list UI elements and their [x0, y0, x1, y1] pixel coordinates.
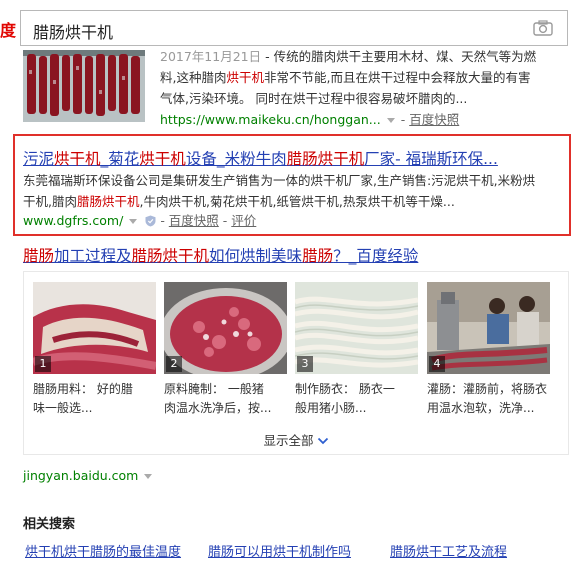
step-card[interactable]: 3 制作肠衣： 肠衣一 般用猪小肠... — [295, 282, 418, 418]
result-abstract-text: ,牛肉烘干机,菊花烘干机,纸管烘干机,热泵烘干机等干燥... — [139, 194, 455, 209]
step-caption: 灌肠：灌肠前，将肠衣 用温水泡软，洗净... — [427, 380, 550, 418]
title-part[interactable]: _菊花 — [101, 150, 140, 168]
dropdown-arrow-icon[interactable] — [129, 218, 138, 224]
result-abstract: 2017年11月21日 - 传统的腊肉烘干主要用木材、煤、天然气等为燃 料,这种… — [160, 46, 570, 109]
result-abstract-text: 非常不节能,而且在烘干过程中会释放大量的有害 — [264, 70, 531, 85]
show-all-button[interactable]: 显示全部 — [24, 430, 568, 449]
result-date: 2017年11月21日 — [160, 49, 262, 64]
result-url-line: www.dgfrs.com/- 百度快照 - 评价 — [23, 213, 257, 228]
title-part[interactable]: 加工过程及 — [54, 247, 132, 265]
baidu-logo[interactable]: 度 — [0, 17, 16, 41]
title-keyword[interactable]: 腊肠 — [302, 247, 333, 265]
caption-line: 腊肠用料： 好的腊 — [33, 382, 133, 396]
related-searches-heading: 相关搜索 — [23, 517, 76, 532]
snapshot-link[interactable]: 百度快照 — [169, 213, 219, 228]
result-abstract-text: 料,这种腊肉 — [160, 70, 227, 85]
step-number: 3 — [297, 356, 313, 372]
result-abstract-text: 干机,腊肉 — [23, 194, 77, 209]
caption-line: 制作肠衣： 肠衣一 — [295, 382, 395, 396]
title-part[interactable]: 厂家- 福瑞斯环保... — [364, 150, 498, 168]
step-caption: 制作肠衣： 肠衣一 般用猪小肠... — [295, 380, 418, 418]
result-url[interactable]: https://www.maikeku.cn/honggan... — [160, 112, 381, 127]
title-keyword[interactable]: 烘干机 — [139, 150, 186, 168]
search-query-text[interactable]: 腊肠烘干机 — [33, 19, 113, 43]
keyword-highlight: 腊肠烘干机 — [76, 194, 140, 209]
step-number: 2 — [166, 356, 182, 372]
step-card[interactable]: 4 灌肠：灌肠前，将肠衣 用温水泡软，洗净... — [427, 282, 550, 418]
search-bar: 度 腊肠烘干机 — [0, 0, 578, 52]
step-number: 4 — [429, 356, 445, 372]
show-all-label[interactable]: 显示全部 — [263, 433, 313, 448]
caption-line: 味一般选... — [33, 401, 93, 415]
title-keyword[interactable]: 腊肠烘干机 — [132, 247, 210, 265]
result-title-link[interactable]: 污泥烘干机_菊花烘干机设备_米粉牛肉腊肠烘干机厂家- 福瑞斯环保... — [23, 147, 498, 169]
step-image[interactable]: 3 — [295, 282, 418, 374]
steps-card: 1 腊肠用料： 好的腊 味一般选... 2 原料腌制： 一般猪 肉温水洗净后，按..… — [23, 271, 569, 455]
result-abstract-text: 气体,污染环境。 同时在烘干过程中很容易破坏腊肉的... — [160, 91, 468, 106]
result-abstract: 东莞福瑞斯环保设备公司是集研发生产销售为一体的烘干机厂家,生产销售:污泥烘干机,… — [23, 170, 563, 212]
result-abstract-text: - 传统的腊肉烘干主要用木材、煤、天然气等为燃 — [261, 49, 537, 64]
title-keyword[interactable]: 腊肠 — [23, 247, 54, 265]
step-image[interactable]: 1 — [33, 282, 156, 374]
title-part[interactable]: 污泥 — [23, 150, 54, 168]
rating-link[interactable]: 评价 — [231, 213, 256, 228]
result-thumbnail[interactable] — [23, 50, 145, 122]
step-number: 1 — [35, 356, 51, 372]
result-url[interactable]: www.dgfrs.com/ — [23, 213, 123, 228]
snapshot-link[interactable]: 百度快照 — [409, 112, 459, 127]
step-image[interactable]: 2 — [164, 282, 287, 374]
title-part[interactable]: 如何烘制美味 — [209, 247, 302, 265]
camera-icon[interactable] — [533, 20, 553, 36]
result-url-line: https://www.maikeku.cn/honggan... - 百度快照 — [160, 112, 460, 127]
related-search-link[interactable]: 烘干机烘干腊肠的最佳温度 — [25, 541, 181, 560]
result-abstract-text: 东莞福瑞斯环保设备公司是集研发生产销售为一体的烘干机厂家,生产销售:污泥烘干机,… — [23, 173, 536, 188]
caption-line: 般用猪小肠... — [295, 401, 367, 415]
keyword-highlight: 烘干机 — [226, 70, 264, 85]
step-caption: 原料腌制： 一般猪 肉温水洗净后，按... — [164, 380, 287, 418]
shield-icon[interactable] — [145, 215, 156, 227]
step-image[interactable]: 4 — [427, 282, 550, 374]
caption-line: 肉温水洗净后，按... — [164, 401, 272, 415]
related-search-link[interactable]: 腊肠可以用烘干机制作吗 — [208, 541, 351, 560]
caption-line: 原料腌制： 一般猪 — [164, 382, 264, 396]
result-url-line: jingyan.baidu.com — [23, 468, 158, 483]
title-keyword[interactable]: 腊肠烘干机 — [287, 150, 365, 168]
caption-line: 用温水泡软，洗净... — [427, 401, 535, 415]
result-title-link[interactable]: 腊肠加工过程及腊肠烘干机如何烘制美味腊肠？_百度经验 — [23, 244, 418, 266]
step-caption: 腊肠用料： 好的腊 味一般选... — [33, 380, 156, 418]
step-card[interactable]: 2 原料腌制： 一般猪 肉温水洗净后，按... — [164, 282, 287, 418]
dropdown-arrow-icon[interactable] — [386, 117, 395, 123]
title-part[interactable]: 设备_米粉牛肉 — [186, 150, 287, 168]
result-url[interactable]: jingyan.baidu.com — [23, 468, 138, 483]
dropdown-arrow-icon[interactable] — [144, 473, 153, 479]
related-search-link[interactable]: 腊肠烘干工艺及流程 — [390, 541, 507, 560]
caption-line: 灌肠：灌肠前，将肠衣 — [427, 382, 548, 396]
step-card[interactable]: 1 腊肠用料： 好的腊 味一般选... — [33, 282, 156, 418]
search-input[interactable]: 腊肠烘干机 — [20, 10, 568, 46]
title-keyword[interactable]: 烘干机 — [54, 150, 101, 168]
title-part[interactable]: ？_百度经验 — [333, 247, 418, 265]
chevron-down-icon[interactable] — [317, 436, 329, 446]
